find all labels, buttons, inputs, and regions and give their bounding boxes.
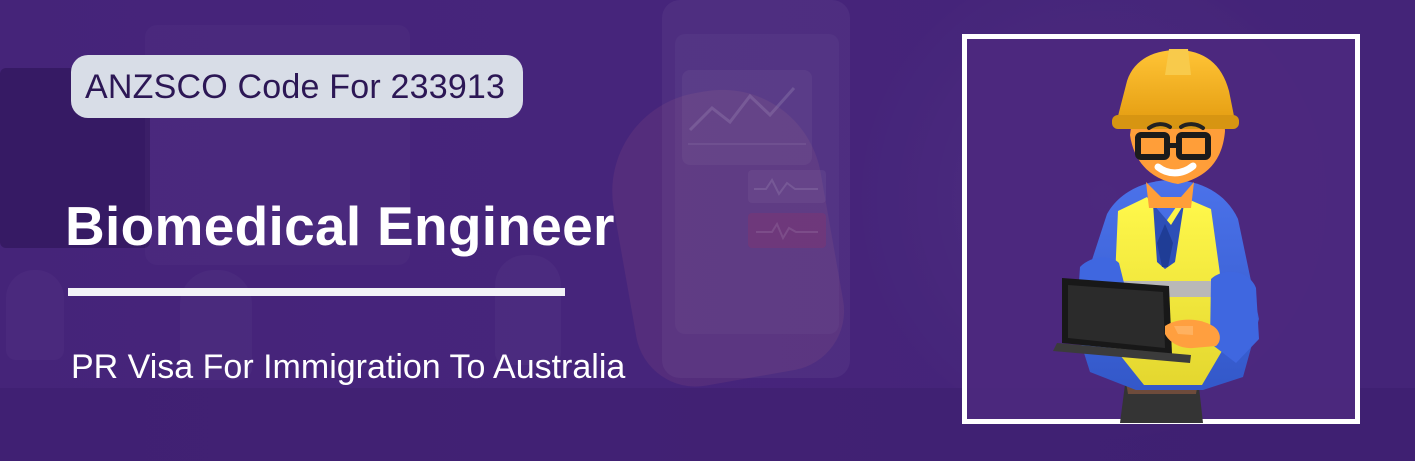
title-divider: [68, 288, 565, 296]
engineer-illustration: [1053, 49, 1259, 423]
engineer-figure-icon: [1053, 49, 1259, 423]
page-subtitle: PR Visa For Immigration To Australia: [71, 348, 626, 386]
page-title: Biomedical Engineer: [65, 195, 615, 257]
code-badge: ANZSCO Code For 233913: [71, 55, 524, 118]
engineer-portrait-frame: [962, 34, 1360, 424]
promo-banner: ANZSCO Code For 233913 Biomedical Engine…: [0, 0, 1415, 461]
